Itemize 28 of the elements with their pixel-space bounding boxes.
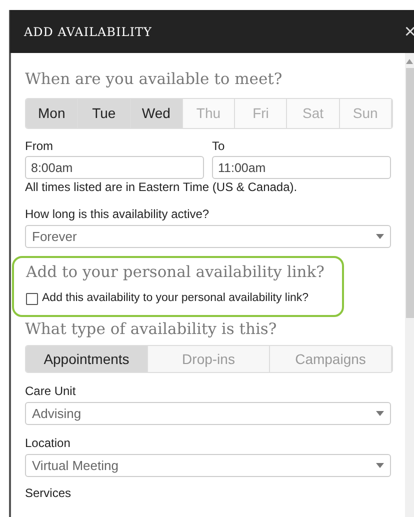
type-tab[interactable]: Appointments: [26, 346, 148, 372]
dropdown-caret-icon: [376, 234, 384, 239]
field-label: Location: [25, 436, 72, 452]
checkbox[interactable]: [26, 292, 38, 305]
location-select[interactable]: Virtual Meeting: [25, 454, 391, 478]
timezone-note: All times listed are in Eastern Time (US & Canada).: [25, 180, 298, 195]
field-label: Care Unit: [25, 384, 77, 400]
field-label: From: [25, 139, 54, 154]
care-unit-select[interactable]: Advising: [25, 402, 391, 426]
dropdown-caret-icon: [376, 411, 384, 416]
section-heading: Add to your personal availability link?: [26, 262, 326, 282]
field-label: How long is this availability active?: [25, 207, 210, 222]
dropdown-caret-icon: [376, 463, 384, 468]
day-toggle[interactable]: Tue: [78, 99, 131, 128]
day-toggle[interactable]: Wed: [130, 99, 183, 128]
day-toggle[interactable]: Mon: [26, 99, 78, 128]
section-heading: When are you available to meet?: [25, 69, 284, 89]
field-label: To: [212, 139, 226, 154]
time-field[interactable]: 8:00am: [25, 156, 204, 179]
scrollbar[interactable]: [405, 53, 414, 517]
scroll-up-icon[interactable]: [406, 59, 413, 64]
scrollbar-thumb[interactable]: [406, 68, 414, 318]
checkbox-label: Add this availability to your personal availability link?: [42, 291, 309, 306]
dialog-title: ADD AVAILABILITY: [24, 24, 152, 40]
field-label: Services: [25, 486, 72, 502]
section-heading: What type of availability is this?: [25, 319, 278, 340]
time-field[interactable]: 11:00am: [212, 156, 391, 179]
duration-select[interactable]: Forever: [25, 225, 391, 248]
